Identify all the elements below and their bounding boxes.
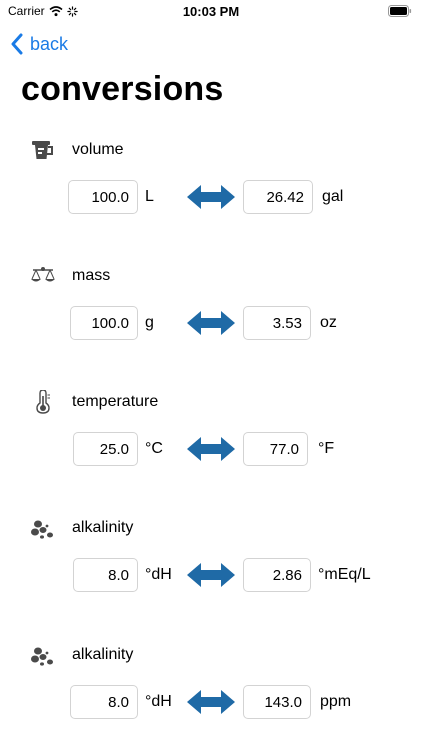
left-value-field[interactable] (73, 558, 138, 592)
back-button[interactable]: back (10, 31, 68, 57)
particles-icon (31, 520, 53, 539)
thermometer-icon (36, 390, 50, 414)
section-header: alkalinity (30, 516, 133, 540)
section-header: mass (30, 264, 110, 288)
left-value-field[interactable] (68, 180, 138, 214)
page-title: conversions (21, 70, 224, 108)
particles-icon (31, 647, 53, 666)
battery-icon (388, 5, 412, 17)
left-unit-label: °dH (145, 693, 172, 710)
chevron-left-icon (11, 33, 23, 55)
section-label: mass (72, 267, 111, 284)
section-label: volume (72, 141, 124, 158)
double-arrow-icon (187, 437, 235, 461)
status-time: 10:03 PM (182, 4, 240, 19)
conversion-section-alkalinity-ppm: alkalinity °dH ppm (0, 643, 422, 750)
left-unit-label: °C (145, 440, 163, 457)
left-unit-label: g (145, 314, 154, 331)
section-header: alkalinity (30, 643, 133, 667)
right-value-field[interactable] (243, 306, 311, 340)
conversion-row: L gal (0, 180, 422, 216)
conversion-row: °dH °mEq/L (0, 558, 422, 594)
right-value-field[interactable] (243, 180, 313, 214)
right-value-field[interactable] (243, 432, 308, 466)
conversion-section-volume: volume L gal (0, 138, 422, 258)
back-label: back (30, 33, 69, 54)
status-bar: Carrier 10:03 PM (0, 0, 422, 22)
section-label: alkalinity (72, 646, 134, 663)
left-value-field[interactable] (73, 432, 138, 466)
left-unit-label: L (145, 188, 154, 205)
balance-scale-icon (31, 267, 55, 282)
conversion-section-temperature: temperature °C °F (0, 390, 422, 510)
section-header: volume (30, 138, 124, 162)
right-unit-label: °F (318, 440, 335, 457)
conversion-section-alkalinity: alkalinity °dH °mEq/L (0, 516, 422, 636)
right-unit-label: ppm (320, 693, 352, 710)
double-arrow-icon (187, 311, 235, 335)
right-value-field[interactable] (243, 558, 311, 592)
double-arrow-icon (187, 185, 235, 209)
right-value-field[interactable] (243, 685, 311, 719)
measuring-cup-icon (32, 141, 53, 159)
left-value-field[interactable] (70, 306, 138, 340)
conversion-section-mass: mass g oz (0, 264, 422, 384)
right-unit-label: °mEq/L (318, 566, 371, 583)
conversion-row: g oz (0, 306, 422, 342)
right-unit-label: gal (322, 188, 344, 205)
conversion-row: °C °F (0, 432, 422, 468)
section-label: temperature (72, 393, 159, 410)
right-unit-label: oz (320, 314, 337, 331)
section-header: temperature (30, 390, 158, 414)
left-value-field[interactable] (70, 685, 138, 719)
left-unit-label: °dH (145, 566, 172, 583)
conversion-row: °dH ppm (0, 685, 422, 721)
double-arrow-icon (187, 563, 235, 587)
section-label: alkalinity (72, 519, 134, 536)
double-arrow-icon (187, 690, 235, 714)
